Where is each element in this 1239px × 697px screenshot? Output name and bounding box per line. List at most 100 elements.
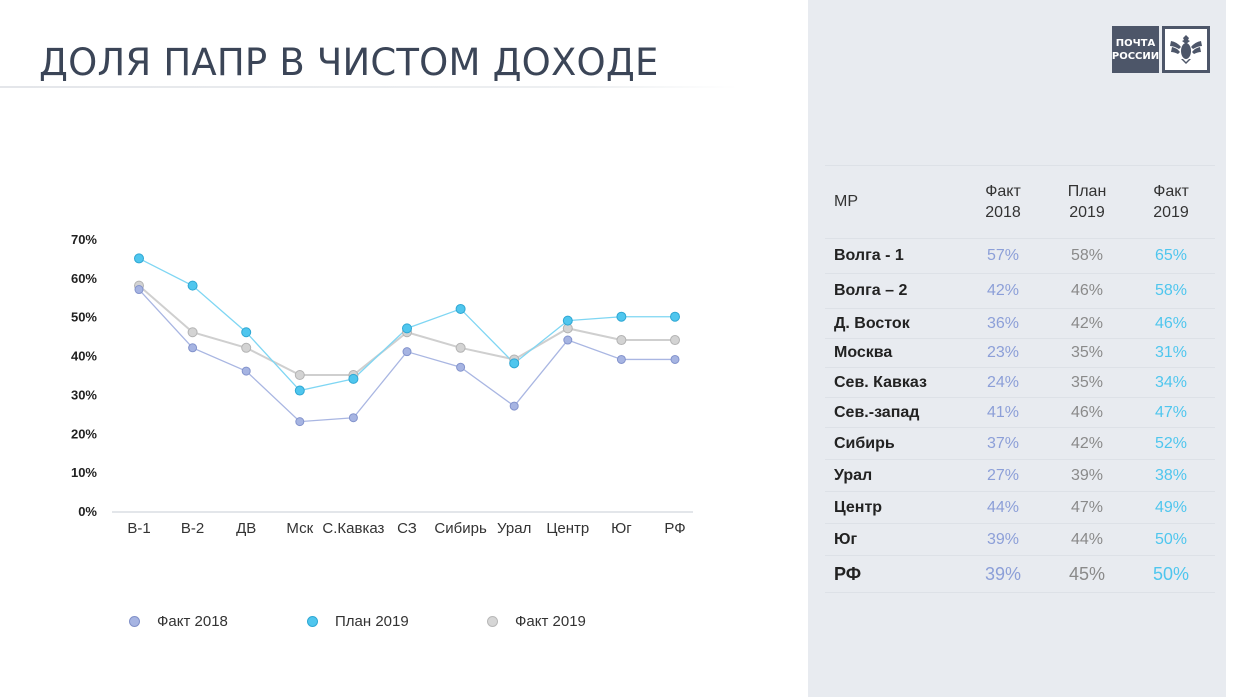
data-point (563, 335, 573, 345)
legend-marker-plan2019 (307, 615, 318, 627)
data-point (616, 335, 627, 346)
x-tick-label: Центр (546, 520, 589, 537)
data-point (670, 311, 680, 322)
data-point (187, 327, 198, 338)
data-point (616, 311, 627, 322)
cell-fact2018: 42% (986, 282, 1020, 299)
cell-fact2019: 50% (1154, 530, 1188, 548)
data-point (241, 342, 252, 353)
x-tick-label: С.Кавказ (322, 520, 384, 537)
x-tick-label: В-1 (127, 520, 150, 537)
cell-plan2019: 47% (1070, 498, 1104, 516)
cell-plan2019: 44% (1070, 530, 1104, 548)
cell-plan2019: 58% (1070, 247, 1104, 264)
table-row: Д. Восток 36% 42% 46% (825, 309, 1215, 339)
data-point (562, 315, 573, 326)
y-tick-label: 0% (78, 504, 97, 519)
legend-label-fact2019: Факт 2019 (515, 612, 586, 630)
row-name: Сибирь (834, 434, 895, 452)
table-row: Юг 39% 44% 50% (825, 524, 1215, 556)
row-name: Д. Восток (834, 314, 910, 332)
cell-fact2018: 36% (986, 314, 1020, 332)
cell-fact2019: 49% (1154, 498, 1188, 516)
y-tick-label: 10% (71, 465, 97, 480)
header-region: МР (834, 193, 858, 210)
data-point (509, 401, 519, 411)
cell-fact2018: 44% (986, 498, 1020, 516)
table-row: РФ 39% 45% 50% (825, 556, 1215, 593)
cell-plan2019: 45% (1068, 563, 1106, 584)
cell-plan2019: 35% (1070, 373, 1104, 391)
x-tick-label: В-2 (181, 520, 204, 537)
x-tick-label: ДВ (236, 520, 256, 537)
data-point (455, 303, 466, 314)
row-name: Волга – 2 (834, 282, 908, 299)
data-point (294, 385, 305, 396)
data-point (134, 253, 144, 264)
data-point (241, 366, 251, 376)
logo-line-2: РОССИИ (1111, 50, 1160, 62)
legend-item-fact2018: Факт 2018 (129, 611, 228, 631)
data-point (295, 417, 305, 427)
data-point (402, 347, 412, 357)
table-row: Волга – 2 42% 46% 58% (825, 274, 1215, 309)
cell-fact2018: 39% (986, 530, 1020, 548)
legend-item-fact2019: Факт 2019 (487, 611, 586, 631)
y-tick-label: 60% (71, 271, 97, 286)
data-point (188, 343, 198, 353)
data-point (294, 370, 305, 380)
table-row: Волга - 1 57% 58% 65% (825, 239, 1215, 274)
y-tick-label: 40% (71, 349, 97, 364)
cell-plan2019: 42% (1070, 434, 1104, 452)
cell-fact2018: 41% (986, 403, 1020, 421)
cell-plan2019: 46% (1070, 403, 1104, 421)
data-point (616, 354, 626, 364)
legend-label-fact2018: Факт 2018 (157, 612, 228, 630)
x-tick-label: Сибирь (434, 520, 487, 537)
pochta-rossii-logo: ПОЧТА РОССИИ (1112, 26, 1210, 73)
cell-fact2019: 47% (1154, 403, 1188, 421)
cell-fact2019: 52% (1154, 434, 1188, 452)
data-point (241, 327, 252, 338)
cell-fact2019: 31% (1154, 344, 1188, 361)
data-point (455, 342, 466, 353)
table-row: Урал 27% 39% 38% (825, 460, 1215, 492)
data-table: МР Факт 2018 План 2019 Факт 2019 Волга -… (825, 165, 1215, 593)
eagle-emblem-icon (1170, 35, 1202, 64)
table-header: МР Факт 2018 План 2019 Факт 2019 (825, 166, 1215, 239)
data-point (402, 323, 412, 334)
table-row: Сев. Кавказ 24% 35% 34% (825, 368, 1215, 398)
cell-fact2019: 38% (1154, 466, 1188, 484)
row-name: Волга - 1 (834, 247, 904, 264)
row-name: Урал (834, 466, 873, 484)
row-name: Юг (834, 530, 858, 548)
cell-plan2019: 35% (1070, 344, 1104, 361)
table-row: Центр 44% 47% 49% (825, 492, 1215, 524)
data-point (187, 280, 198, 291)
x-tick-label: РФ (664, 520, 685, 537)
row-name: Москва (834, 344, 893, 361)
cell-plan2019: 39% (1070, 466, 1104, 484)
logo-line-1: ПОЧТА (1115, 37, 1156, 49)
y-tick-label: 70% (71, 232, 97, 247)
cell-fact2019: 50% (1152, 563, 1190, 584)
table-row: Сибирь 37% 42% 52% (825, 428, 1215, 460)
row-name: РФ (834, 563, 862, 584)
data-point (509, 358, 520, 369)
cell-fact2018: 57% (986, 247, 1020, 264)
data-point (456, 362, 466, 372)
row-name: Центр (834, 498, 883, 516)
cell-fact2018: 24% (986, 373, 1020, 391)
x-tick-label: Урал (497, 520, 531, 537)
cell-fact2018: 39% (984, 563, 1022, 584)
chart-legend: Факт 2018 План 2019 Факт 2019 (0, 611, 808, 631)
cell-fact2018: 23% (986, 344, 1020, 361)
x-tick-label: Юг (611, 520, 632, 537)
legend-item-plan2019: План 2019 (307, 611, 409, 631)
logo-emblem-frame (1162, 26, 1210, 73)
table-body: Волга - 1 57% 58% 65% Волга – 2 42% 46% 58% Д. В… (825, 239, 1215, 593)
cell-fact2019: 46% (1154, 314, 1188, 332)
cell-fact2018: 27% (986, 466, 1020, 484)
cell-plan2019: 46% (1070, 282, 1104, 299)
legend-label-plan2019: План 2019 (335, 612, 409, 630)
